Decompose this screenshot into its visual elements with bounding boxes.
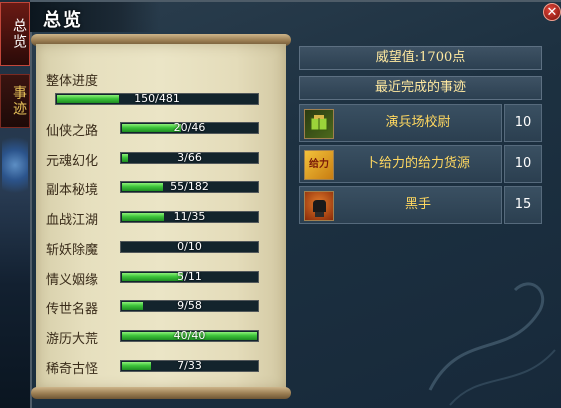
overall-label: 整体进度 [46,74,99,89]
progress-text: 9/58 [177,300,202,312]
cloud-decoration [428,282,556,406]
event-name: 黑手 [404,197,431,212]
recent-event-item[interactable]: 演兵场校尉 10 [299,104,542,142]
event-main-cell: 给力 卜给力的给力货源 [299,145,502,183]
progress-text: 55/182 [170,181,209,193]
window-title: 总览 [43,10,83,31]
recent-event-item[interactable]: 黑手 15 [299,186,542,224]
event-name: 演兵场校尉 [385,115,451,130]
background-glow [2,130,28,200]
category-label: 游历大荒 [46,332,99,347]
category-progress-bar: 20/46 [120,122,259,134]
category-progress-bar: 3/66 [120,152,259,164]
category-label: 元魂幻化 [46,154,99,169]
progress-text: 5/11 [177,271,202,283]
event-points: 15 [504,186,542,224]
category-progress-bar: 11/35 [120,211,259,223]
category-progress-bar: 9/58 [120,300,259,312]
category-label: 情义姻缘 [46,273,99,288]
gold-token-text: 给力 [309,159,329,170]
prestige-value: 威望值:1700点 [299,46,542,70]
category-label: 副本秘境 [46,183,99,198]
category-label: 斩妖除魔 [46,243,99,258]
event-points: 10 [504,145,542,183]
progress-text: 150/481 [134,93,180,105]
recent-events-header: 最近完成的事迹 [299,76,542,100]
achievement-window: 总览 事迹 总览 ✕ 整体进度 150/481 仙侠之路 20/46 元魂幻化 … [0,0,561,408]
event-points: 10 [504,104,542,142]
category-progress-bar: 40/40 [120,330,259,342]
category-progress-bar: 0/10 [120,241,259,253]
progress-text: 0/10 [177,241,202,253]
event-name: 卜给力的给力货源 [365,156,470,171]
category-label: 稀奇古怪 [46,362,99,377]
recent-event-item[interactable]: 给力 卜给力的给力货源 10 [299,145,542,183]
close-button[interactable]: ✕ [543,3,561,21]
progress-text: 3/66 [177,152,202,164]
progress-text: 40/40 [173,330,206,342]
green-book-icon [304,109,334,139]
tab-events[interactable]: 事迹 [0,74,30,128]
event-main-cell: 演兵场校尉 [299,104,502,142]
event-main-cell: 黑手 [299,186,502,224]
progress-text: 11/35 [173,211,206,223]
scroll-roller-bottom [31,387,291,399]
progress-text: 20/46 [173,122,206,134]
category-progress-bar: 7/33 [120,360,259,372]
category-label: 仙侠之路 [46,124,99,139]
category-label: 血战江湖 [46,213,99,228]
category-progress-bar: 5/11 [120,271,259,283]
category-label: 传世名器 [46,302,99,317]
overall-progress-bar: 150/481 [55,93,259,105]
tab-overview[interactable]: 总览 [0,2,30,66]
progress-text: 7/33 [177,360,202,372]
gold-token-icon: 给力 [304,150,334,180]
black-fist-icon [304,191,334,221]
category-progress-bar: 55/182 [120,181,259,193]
